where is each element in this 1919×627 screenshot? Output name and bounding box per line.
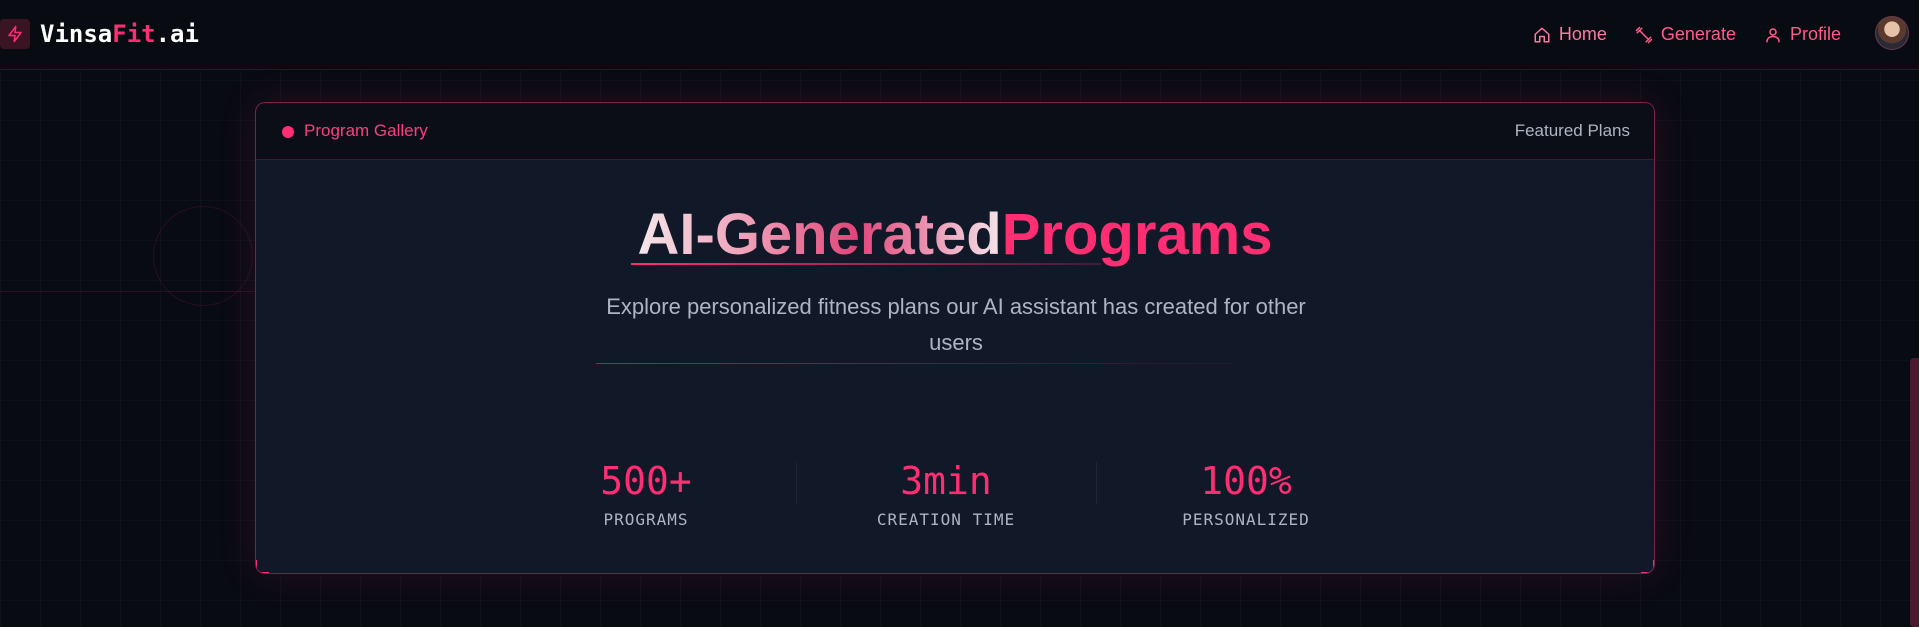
dumbbell-icon [1635, 26, 1653, 43]
program-gallery-card: Program Gallery Featured Plans AI-Genera… [255, 102, 1655, 574]
stat-value: 500+ [600, 459, 692, 503]
subtitle-underline [596, 363, 1236, 364]
nav-home-link[interactable]: Home [1533, 24, 1607, 45]
stat-creation-time: 3min CREATION TIME [796, 458, 1096, 529]
nav-links: Home Generate Profile [1533, 24, 1841, 45]
card-header-title: Program Gallery [304, 121, 428, 140]
logo-text: VinsaFit.ai [40, 20, 199, 48]
navbar: VinsaFit.ai Home Generate Profile [0, 0, 1919, 70]
card-header-featured: Featured Plans [1514, 121, 1630, 140]
logo[interactable]: VinsaFit.ai [0, 19, 199, 49]
nav-generate-label: Generate [1660, 24, 1736, 44]
hero-title: AI-GeneratedPrograms [256, 199, 1654, 271]
stat-programs: 500+ PROGRAMS [496, 458, 796, 529]
status-dot-icon [282, 126, 294, 138]
hero-title-part2: Programs [1001, 202, 1273, 267]
stat-label: CREATION TIME [876, 510, 1016, 529]
logo-text-accent: Fit [112, 20, 156, 48]
stat-label: PROGRAMS [603, 510, 689, 529]
corner-accent [256, 560, 269, 573]
corner-accent [1641, 560, 1654, 573]
logo-text-prefix: Vinsa [40, 20, 113, 48]
nav-generate-link[interactable]: Generate [1635, 24, 1736, 45]
user-avatar[interactable] [1875, 16, 1909, 50]
hero-subtitle: Explore personalized fitness plans our A… [606, 294, 1306, 355]
page: VinsaFit.ai Home Generate Profile Progra… [0, 0, 1919, 627]
scrollbar[interactable] [1910, 358, 1919, 627]
title-underline [631, 263, 1101, 265]
hero-title-part1: AI-Generated [637, 202, 1002, 267]
stat-label: PERSONALIZED [1182, 510, 1310, 529]
bolt-icon [0, 19, 30, 49]
stat-value: 100% [1200, 459, 1292, 503]
stat-value: 3min [900, 459, 992, 503]
nav-home-label: Home [1558, 24, 1607, 44]
stats-row: 500+ PROGRAMS 3min CREATION TIME 100% PE… [496, 458, 1396, 529]
card-header: Program Gallery Featured Plans [256, 103, 1654, 160]
stat-personalized: 100% PERSONALIZED [1096, 458, 1396, 529]
logo-text-suffix: .ai [155, 20, 199, 48]
user-icon [1766, 27, 1780, 42]
home-icon [1534, 27, 1550, 42]
decorative-line [0, 291, 256, 292]
nav-profile-link[interactable]: Profile [1764, 24, 1841, 45]
nav-profile-label: Profile [1789, 24, 1841, 44]
